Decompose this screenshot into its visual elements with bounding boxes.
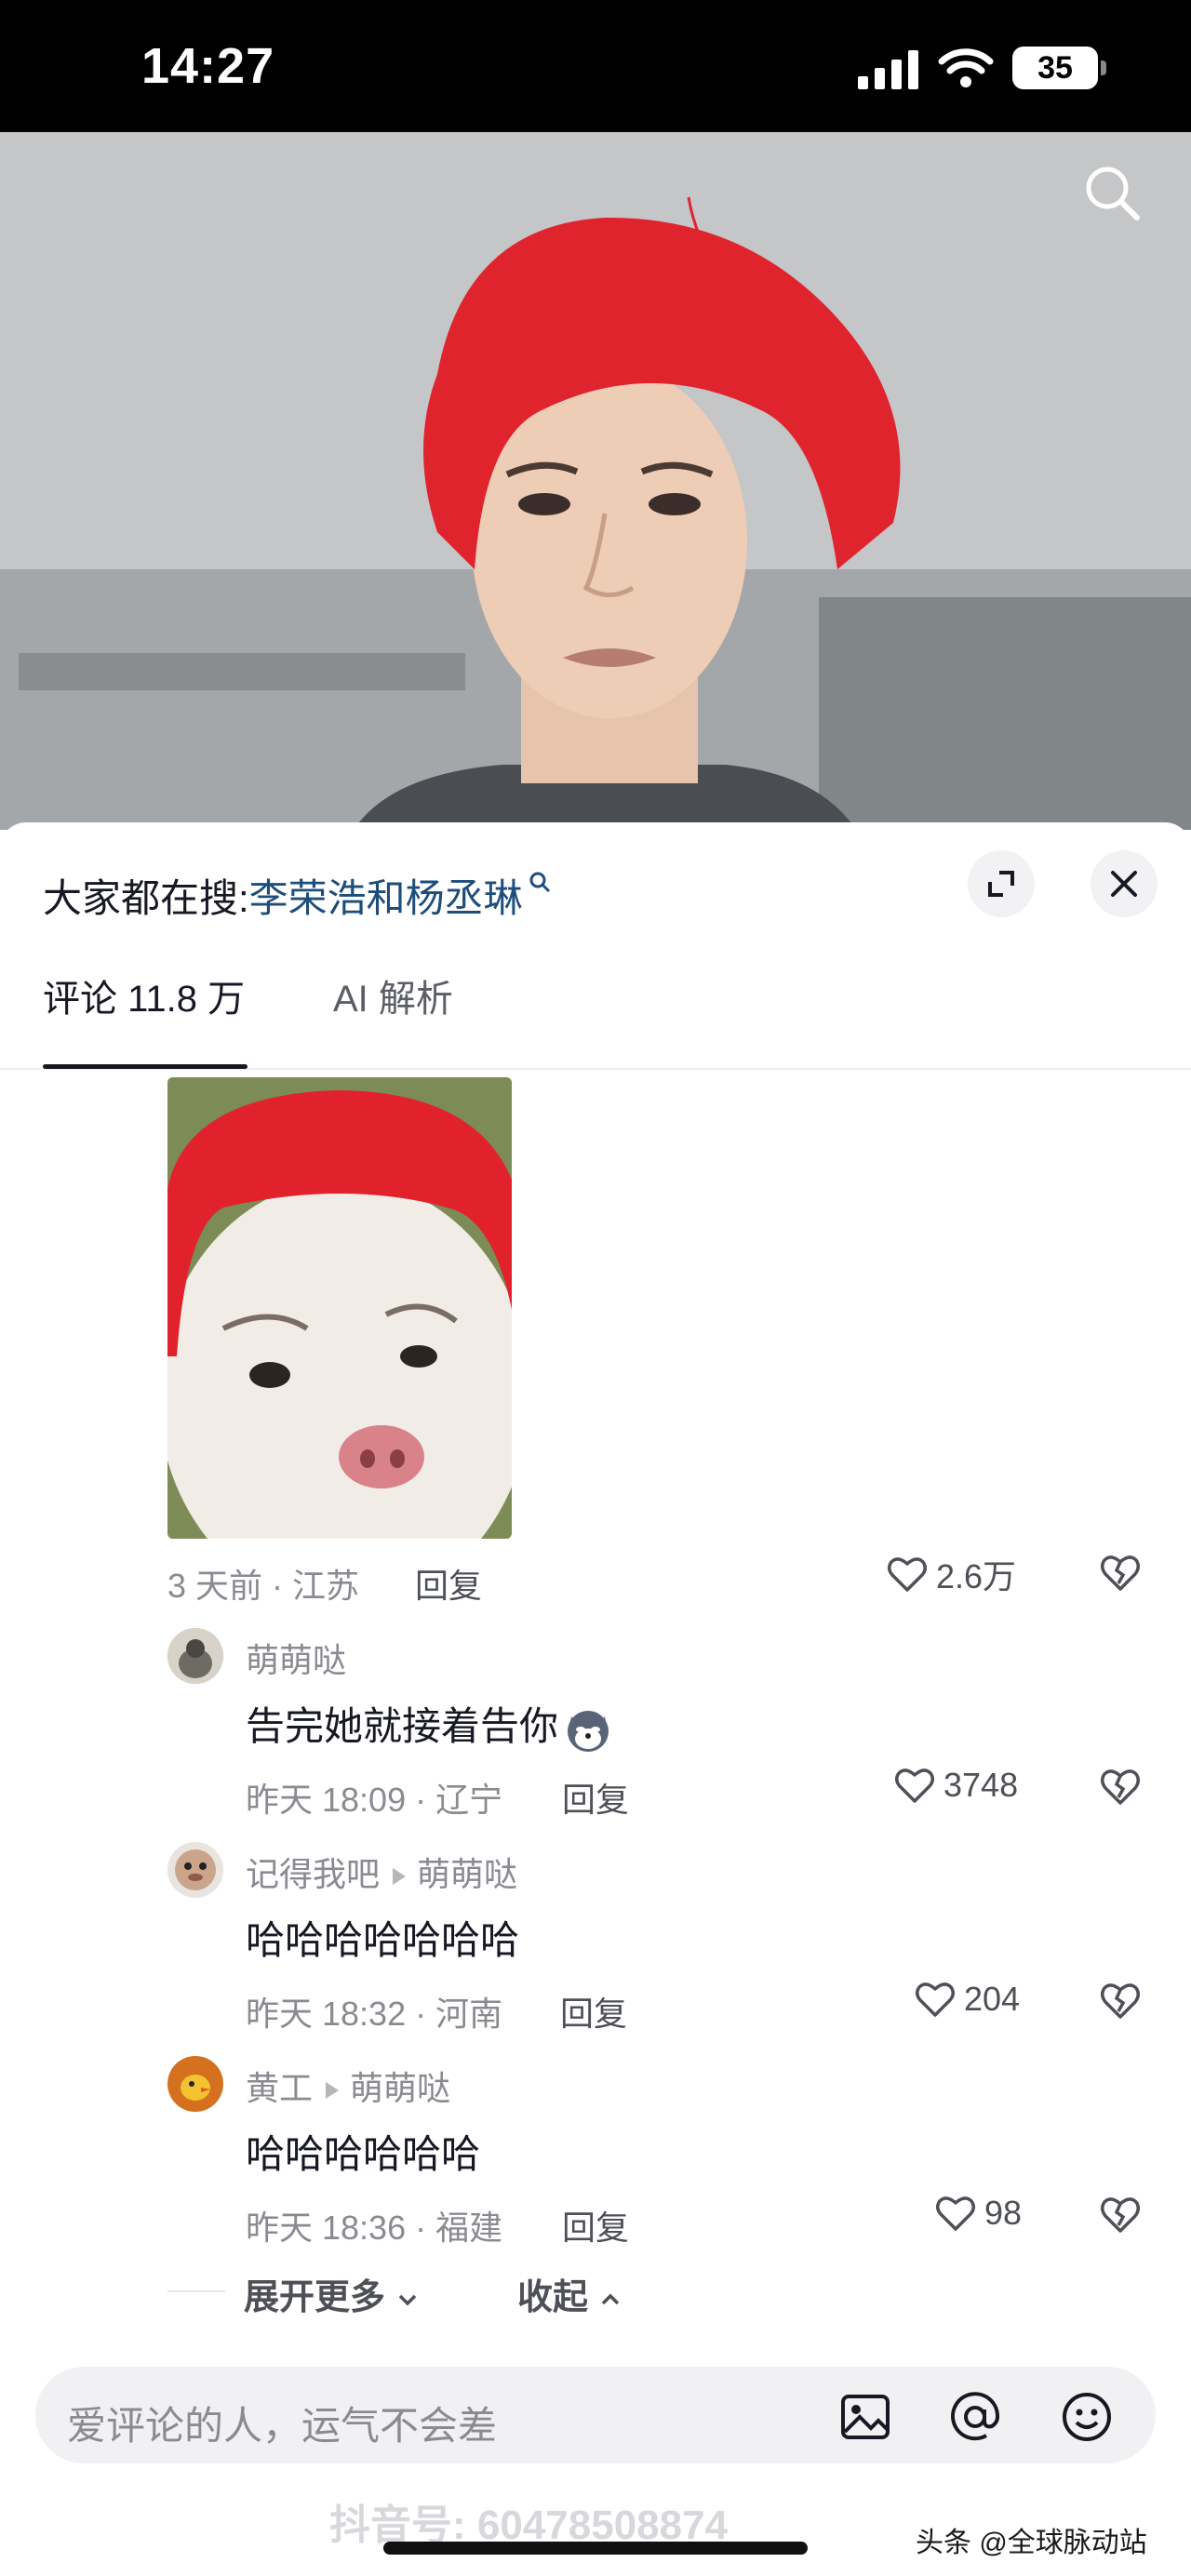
comment-tabs: 评论 11.8 万 AI 解析: [0, 981, 1191, 1070]
video-player[interactable]: [0, 132, 1191, 830]
reply-reply-button[interactable]: 回复: [562, 1773, 629, 1822]
search-suggestion-keyword[interactable]: 李荣浩和杨丞琳: [249, 876, 523, 920]
reply-to-arrow-icon: [393, 1868, 407, 1886]
heart-icon: [895, 1768, 934, 1803]
comment-panel: 大家都在搜:李荣浩和杨丞琳 评论 11.8 万 AI 解析 3 天前 · 江苏 …: [0, 822, 1191, 2576]
expand-more-button[interactable]: 展开更多: [244, 2268, 420, 2319]
puppy-red-hair-image: [167, 1077, 512, 1539]
reply-username[interactable]: 记得我吧: [246, 1855, 380, 1893]
avatar-image: [167, 1628, 223, 1684]
cellular-signal-icon: [858, 50, 918, 89]
expand-icon: [988, 871, 1014, 897]
main-comment-like-button[interactable]: 2.6万: [886, 1550, 1016, 1598]
reply-username[interactable]: 萌萌哒: [246, 1634, 346, 1682]
husky-emoji-icon: [568, 1710, 609, 1752]
avatar[interactable]: [167, 1842, 223, 1898]
heart-icon: [916, 1982, 955, 2017]
reply-reply-button[interactable]: 回复: [562, 2201, 629, 2249]
reply-meta: 昨天 18:36 · 福建: [246, 2209, 503, 2247]
home-indicator[interactable]: [383, 2542, 808, 2555]
expand-more-label: 展开更多: [244, 2278, 386, 2317]
close-icon: [1111, 871, 1137, 897]
battery-indicator: 35: [1012, 47, 1106, 89]
wifi-icon: [938, 48, 994, 87]
reply-reply-button[interactable]: 回复: [560, 1987, 627, 2035]
reply-like-count: 3748: [943, 1766, 1019, 1804]
reply-text: 哈哈哈哈哈哈: [246, 2132, 481, 2176]
reply-text-content: 告完她就接着告你: [246, 1704, 559, 1748]
comment-image[interactable]: [167, 1077, 512, 1539]
status-bar: 14:27 35: [0, 0, 1191, 132]
main-comment-reply-button[interactable]: 回复: [415, 1559, 482, 1608]
chevron-down-icon: [398, 2294, 416, 2306]
tab-comments[interactable]: 评论 11.8 万: [43, 981, 245, 1018]
reply-to-arrow-icon: [326, 2082, 340, 2100]
avatar-image: [167, 1842, 223, 1898]
reply-username[interactable]: 黄工: [246, 2069, 313, 2107]
reply-like-count: 204: [964, 1980, 1021, 2018]
tab-ai-analysis[interactable]: AI 解析: [333, 981, 453, 1018]
broken-heart-icon[interactable]: [1098, 1978, 1143, 2022]
heart-icon: [936, 2196, 975, 2231]
main-comment-like-count: 2.6万: [936, 1557, 1017, 1595]
main-comment-meta: 3 天前 · 江苏: [167, 1567, 360, 1605]
search-icon[interactable]: [1079, 160, 1144, 225]
comment-input-placeholder[interactable]: 爱评论的人，运气不会差: [67, 2395, 497, 2451]
divider: [167, 2290, 225, 2292]
broken-heart-icon[interactable]: [1098, 1764, 1143, 1809]
avatar[interactable]: [167, 2056, 223, 2112]
reply-to-username[interactable]: 萌萌哒: [417, 1855, 517, 1893]
source-credit: 头条 @全球脉动站: [916, 2528, 1147, 2558]
expand-button[interactable]: [968, 850, 1035, 917]
collapse-label: 收起: [517, 2278, 589, 2317]
broken-heart-icon[interactable]: [1098, 2192, 1143, 2236]
reply-to-username[interactable]: 萌萌哒: [350, 2069, 450, 2107]
reply-meta: 昨天 18:32 · 河南: [246, 1995, 503, 2033]
reply-username-line: 黄工 萌萌哒: [246, 2062, 450, 2110]
avatar[interactable]: [167, 1628, 223, 1684]
reply-like-button[interactable]: 3748: [893, 1764, 1018, 1807]
video-frame: [0, 132, 1191, 830]
collapse-button[interactable]: 收起: [517, 2268, 622, 2319]
status-time: 14:27: [141, 38, 275, 94]
mention-icon[interactable]: [949, 2391, 1001, 2443]
emoji-icon[interactable]: [1061, 2391, 1113, 2443]
mini-search-icon: [529, 872, 550, 893]
broken-heart-icon[interactable]: [1098, 1550, 1143, 1595]
reply-like-count: 98: [984, 2194, 1023, 2232]
close-button[interactable]: [1091, 850, 1158, 917]
reply-username-line: 记得我吧 萌萌哒: [246, 1848, 517, 1896]
comment-input-bar[interactable]: 爱评论的人，运气不会差: [35, 2367, 1156, 2463]
reply-meta: 昨天 18:09 · 辽宁: [246, 1781, 503, 1819]
reply-like-button[interactable]: 98: [934, 2192, 1022, 2235]
heart-icon: [888, 1557, 927, 1592]
chevron-up-icon: [601, 2293, 619, 2305]
search-suggestion[interactable]: 大家都在搜:李荣浩和杨丞琳: [43, 867, 553, 924]
reply-text: 告完她就接着告你: [246, 1695, 614, 1755]
reply-text: 哈哈哈哈哈哈哈: [246, 1918, 520, 1962]
search-suggestion-prefix: 大家都在搜:: [43, 876, 249, 920]
active-tab-indicator: [43, 1064, 248, 1069]
avatar-image: [167, 2056, 223, 2112]
image-icon[interactable]: [839, 2391, 891, 2443]
reply-like-button[interactable]: 204: [914, 1978, 1020, 2021]
